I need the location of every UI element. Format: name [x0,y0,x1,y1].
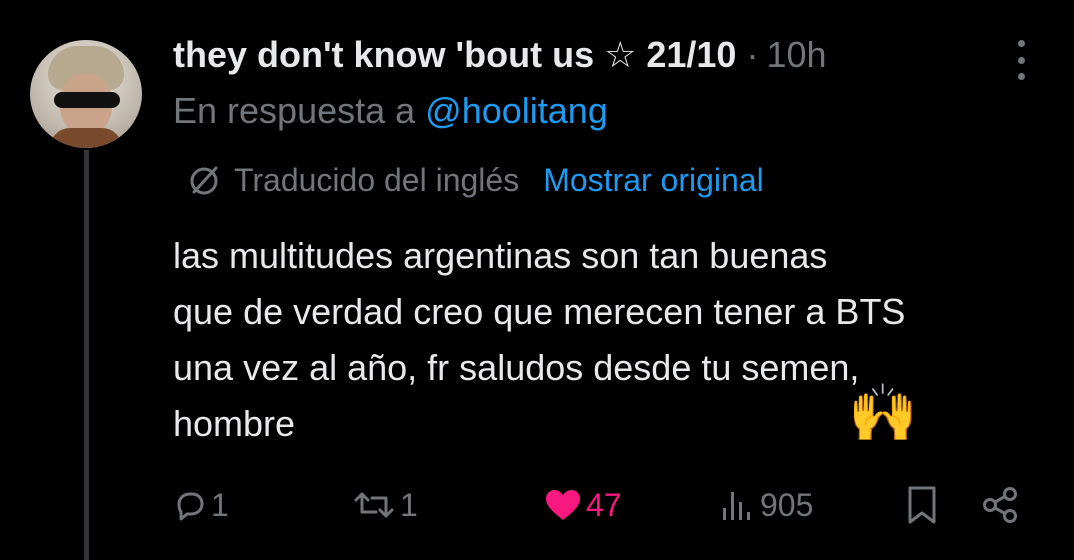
like-count: 47 [586,486,622,523]
raised-hands-emoji: 🙌 [848,381,918,444]
separator-dot: · [746,34,759,75]
reply-handle-link[interactable]: @hoolitang [425,90,608,131]
reply-icon [177,492,204,521]
timestamp[interactable]: 10h [766,34,826,76]
reply-prefix: En respuesta a [173,90,416,131]
reply-context: En respuesta a @hoolitang [173,90,608,132]
avatar[interactable] [30,40,142,148]
views-button[interactable]: 905 [720,480,813,530]
bookmark-icon [908,486,936,524]
like-button[interactable]: 47 [544,480,622,530]
views-icon [723,492,750,520]
avatar-shirt [50,128,122,148]
retweet-icon [354,492,394,518]
avatar-sunglasses [54,92,120,108]
translation-bar: Traducido del inglés Mostrar original [186,160,764,200]
bookmark-button[interactable] [906,480,938,530]
tweet-text-line: las multitudes argentinas son tan buenas [173,235,828,276]
retweet-button[interactable]: 1 [352,480,418,530]
tweet-text-line: que de verdad creo que merecen tener a B… [173,291,906,332]
tweet-header: they don't know 'bout us ☆ 21/10 · 10h [173,30,827,80]
translated-from-label: Traducido del inglés [234,161,520,198]
reply-button[interactable]: 1 [173,480,229,530]
share-icon [983,487,1017,523]
reply-count: 1 [211,486,229,523]
action-bar: 1 1 47 905 [0,480,1074,530]
author-name[interactable]: they don't know 'bout us ☆ 21/10 [173,34,736,76]
globe-icon [190,166,218,195]
views-count: 905 [760,486,814,523]
more-options-icon[interactable] [1008,40,1034,80]
show-original-link[interactable]: Mostrar original [543,162,764,199]
retweet-count: 1 [400,486,418,523]
share-button[interactable] [980,480,1020,530]
heart-icon [546,490,580,520]
